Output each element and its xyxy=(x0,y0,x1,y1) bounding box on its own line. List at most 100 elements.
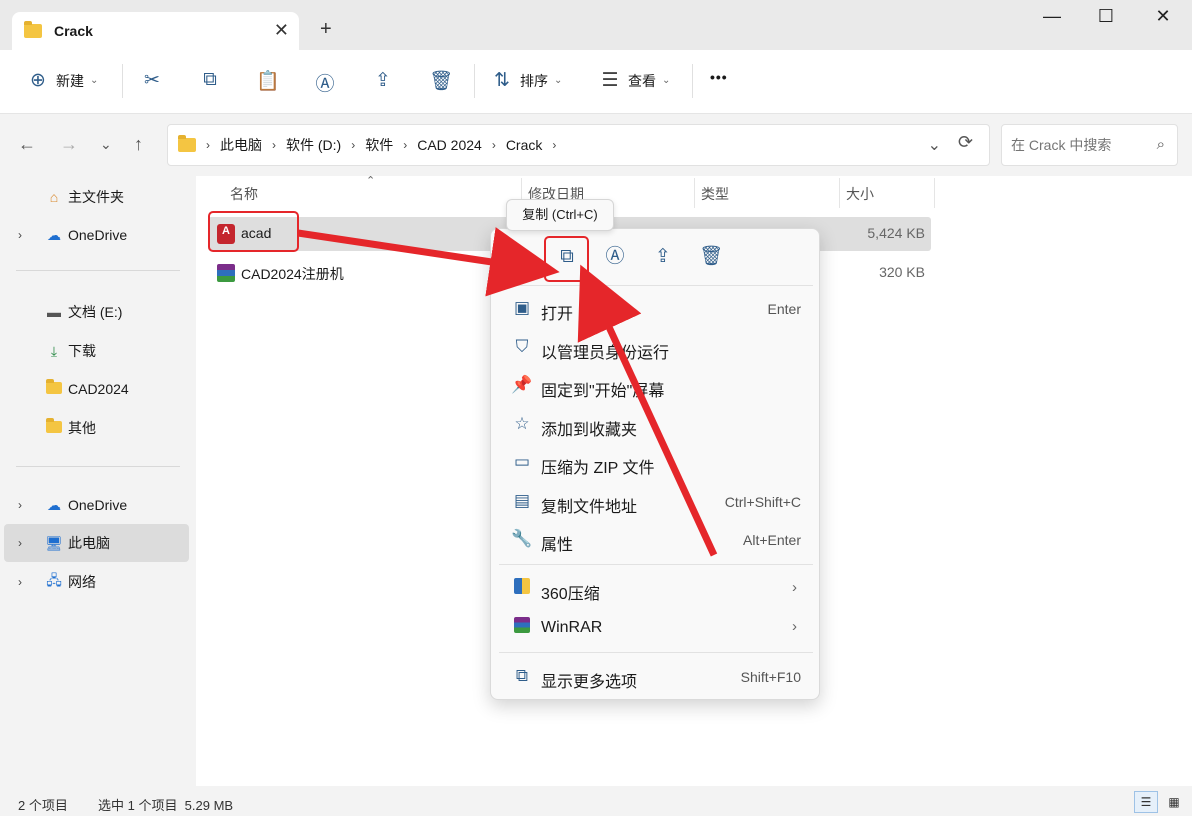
delete-icon[interactable]: 🗑 xyxy=(697,243,725,271)
search-icon[interactable]: ⌕ xyxy=(1157,136,1165,153)
winrar-icon xyxy=(511,617,533,638)
chevron-right-icon: › xyxy=(792,579,797,596)
new-tab-button[interactable]: + xyxy=(320,18,332,41)
menu-item-pin-to-start[interactable]: 📌 固定到"开始"屏幕 xyxy=(499,367,813,405)
breadcrumb-crack[interactable]: Crack xyxy=(506,137,543,153)
sidebar-item-other[interactable]: 其他 xyxy=(4,409,189,447)
toolbar-divider xyxy=(474,64,475,98)
menu-item-compress-zip[interactable]: ▭ 压缩为 ZIP 文件 xyxy=(499,444,813,482)
column-header-size[interactable]: 大小 xyxy=(846,184,874,204)
menu-item-run-as-admin[interactable]: ⛉ 以管理员身份运行 xyxy=(499,329,813,367)
clipboard-icon: 📋 xyxy=(256,71,280,92)
breadcrumb-separator-icon[interactable]: › xyxy=(403,138,407,152)
menu-item-winrar[interactable]: WinRAR › xyxy=(499,609,813,647)
sidebar-item-label: OneDrive xyxy=(68,227,128,243)
shield-icon: ⛉ xyxy=(515,337,529,356)
sidebar-item-downloads[interactable]: ⤓ 下载 xyxy=(4,332,189,370)
column-divider[interactable] xyxy=(694,178,695,208)
tab-crack[interactable]: Crack ✕ xyxy=(12,12,299,50)
breadcrumb-separator-icon[interactable]: › xyxy=(552,138,556,152)
minimize-button[interactable]: — xyxy=(1032,6,1072,27)
menu-item-360-zip[interactable]: 360压缩 › xyxy=(499,570,813,608)
sidebar-item-docs-drive[interactable]: ▬ 文档 (E:) xyxy=(4,293,189,331)
delete-button[interactable]: 🗑 xyxy=(429,69,453,93)
breadcrumb-drive-d[interactable]: 软件 (D:) xyxy=(286,135,341,155)
drive-icon: ▬ xyxy=(47,304,61,320)
breadcrumb-separator-icon[interactable]: › xyxy=(351,138,355,152)
up-arrow-icon[interactable]: ↑ xyxy=(134,134,143,155)
file-size: 320 KB xyxy=(879,264,925,280)
paste-button[interactable]: 📋 xyxy=(256,69,280,93)
chevron-right-icon[interactable]: › xyxy=(18,536,22,550)
chevron-right-icon[interactable]: › xyxy=(18,575,22,589)
highlight-copy-button xyxy=(544,236,589,282)
address-history-chevron-icon[interactable]: ⌄ xyxy=(928,135,941,155)
view-button[interactable]: ☰ 查看 ⌄ xyxy=(598,69,670,92)
sort-button[interactable]: ⇅ 排序 ⌄ xyxy=(490,69,562,92)
menu-item-add-to-favorites[interactable]: ☆ 添加到收藏夹 xyxy=(499,406,813,444)
back-arrow-icon[interactable]: ← xyxy=(18,134,36,155)
close-window-button[interactable]: ✕ xyxy=(1143,6,1183,27)
maximize-button[interactable]: ☐ xyxy=(1086,6,1126,27)
menu-item-label: 复制文件地址 xyxy=(541,499,638,516)
share-button[interactable]: ⇪ xyxy=(371,69,395,92)
rename-icon[interactable]: Ⓐ xyxy=(601,243,629,271)
menu-item-label: 属性 xyxy=(541,537,574,554)
details-view-icon[interactable]: ☰ xyxy=(1134,791,1158,813)
rename-button[interactable]: Ⓐ xyxy=(313,69,337,96)
sidebar-item-home[interactable]: ⌂ 主文件夹 xyxy=(4,178,189,216)
star-icon: ☆ xyxy=(514,414,530,433)
sidebar-item-network[interactable]: › 🖧 网络 xyxy=(4,563,189,601)
tab-close-button[interactable]: ✕ xyxy=(274,20,289,41)
folder-icon xyxy=(178,135,196,152)
share-icon[interactable]: ⇪ xyxy=(649,243,677,271)
search-input[interactable] xyxy=(1002,125,1142,165)
cut-button[interactable]: ✂ xyxy=(140,69,164,92)
column-header-name[interactable]: 名称 xyxy=(230,184,258,204)
more-options-button[interactable]: ••• xyxy=(710,69,728,85)
breadcrumb-this-pc[interactable]: 此电脑 xyxy=(220,135,262,155)
menu-item-shortcut: Alt+Enter xyxy=(743,532,801,548)
search-box[interactable]: ⌕ xyxy=(1001,124,1178,166)
menu-item-properties[interactable]: 🔧 属性 Alt+Enter xyxy=(499,521,813,559)
folder-icon xyxy=(44,418,64,436)
share-icon: ⇪ xyxy=(375,70,391,91)
breadcrumb-separator-icon[interactable]: › xyxy=(272,138,276,152)
menu-item-open[interactable]: ▣ 打开 Enter xyxy=(499,290,813,328)
chevron-right-icon[interactable]: › xyxy=(18,498,22,512)
new-button[interactable]: ⊕ 新建 ⌄ xyxy=(26,69,98,92)
copy-button[interactable]: ⧉ xyxy=(198,69,222,91)
breadcrumb-separator-icon[interactable]: › xyxy=(492,138,496,152)
highlight-acad-file xyxy=(208,211,299,252)
sidebar-item-this-pc[interactable]: › 🖥 此电脑 xyxy=(4,524,189,562)
sidebar-item-onedrive[interactable]: › ☁ OneDrive xyxy=(4,216,189,254)
breadcrumb-separator-icon[interactable]: › xyxy=(206,138,210,152)
toolbar-divider xyxy=(692,64,693,98)
forward-arrow-icon[interactable]: → xyxy=(60,134,78,155)
context-menu: ✂ ⧉ Ⓐ ⇪ 🗑 ▣ 打开 Enter ⛉ 以管理员身份运行 📌 固定到"开始… xyxy=(490,228,820,700)
menu-item-shortcut: Ctrl+Shift+C xyxy=(724,494,801,510)
address-bar[interactable]: › 此电脑 › 软件 (D:) › 软件 › CAD 2024 › Crack … xyxy=(167,124,990,166)
item-count: 2 个项目 xyxy=(18,798,68,813)
chevron-right-icon[interactable]: › xyxy=(18,228,22,242)
sidebar-item-cad2024[interactable]: CAD2024 xyxy=(4,370,189,408)
file-name: CAD2024注册机 xyxy=(241,266,344,282)
breadcrumb-cad-2024[interactable]: CAD 2024 xyxy=(417,137,482,153)
chevron-down-icon: ⌄ xyxy=(554,75,563,86)
sidebar-item-onedrive-2[interactable]: › ☁ OneDrive xyxy=(4,486,189,524)
tiles-view-icon[interactable]: ▦ xyxy=(1162,791,1186,813)
refresh-icon[interactable]: ⟳ xyxy=(958,132,973,153)
scissors-icon: ✂ xyxy=(144,70,160,91)
column-header-type[interactable]: 类型 xyxy=(701,184,729,204)
breadcrumb-software[interactable]: 软件 xyxy=(365,135,393,155)
column-divider[interactable] xyxy=(934,178,935,208)
wrench-icon: 🔧 xyxy=(511,529,533,548)
menu-item-label: 以管理员身份运行 xyxy=(541,345,670,362)
cut-icon[interactable]: ✂ xyxy=(505,243,533,271)
column-divider[interactable] xyxy=(839,178,840,208)
recent-locations-chevron-icon[interactable]: ⌄ xyxy=(100,136,112,153)
menu-item-copy-path[interactable]: ▤ 复制文件地址 Ctrl+Shift+C xyxy=(499,483,813,521)
menu-item-show-more-options[interactable]: ⧉ 显示更多选项 Shift+F10 xyxy=(499,658,813,696)
menu-item-label: 添加到收藏夹 xyxy=(541,422,638,439)
plus-circle-icon: ⊕ xyxy=(30,70,46,91)
